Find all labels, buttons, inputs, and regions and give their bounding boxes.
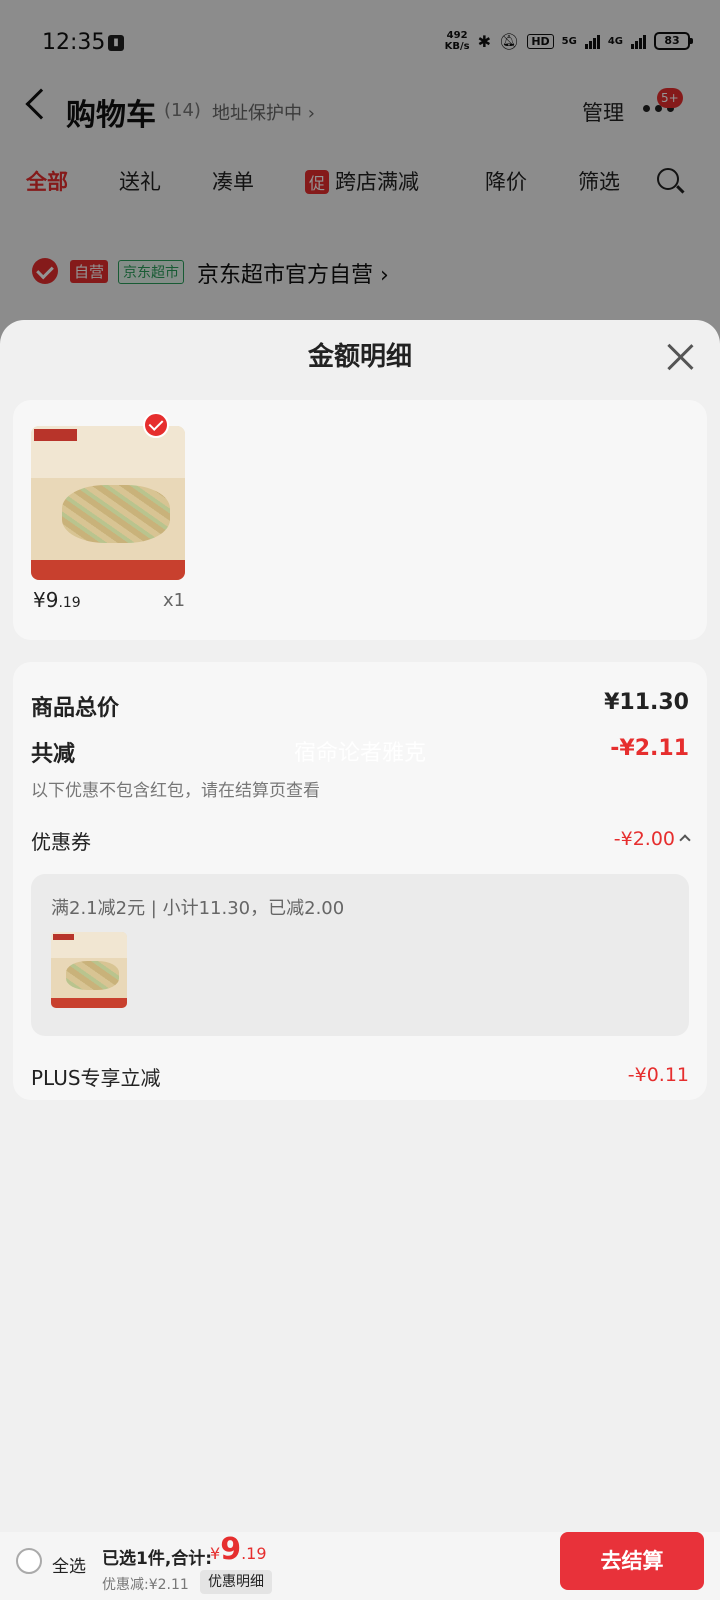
price-detail-card: 商品总价 ¥11.30 共减 -¥2.11 以下优惠不包含红包，请在结算页查看 … bbox=[13, 662, 707, 1100]
total-price-value: ¥11.30 bbox=[604, 690, 689, 715]
plus-discount-value: -¥0.11 bbox=[627, 1064, 689, 1086]
product-image[interactable] bbox=[31, 426, 185, 580]
coupon-product-image bbox=[51, 932, 127, 1008]
close-icon[interactable] bbox=[666, 342, 696, 372]
product-checkbox[interactable] bbox=[143, 412, 169, 438]
total-price-int: 9 bbox=[220, 1532, 242, 1567]
total-label: 已选1件,合计: bbox=[102, 1549, 213, 1569]
dim-overlay[interactable] bbox=[0, 0, 720, 340]
total-price-dec: .19 bbox=[241, 1544, 267, 1563]
goods-card: ¥9.19 x1 bbox=[13, 400, 707, 640]
select-all-label[interactable]: 全选 bbox=[52, 1552, 86, 1577]
total-price-label: 商品总价 bbox=[31, 696, 120, 721]
checkout-button[interactable]: 去结算 bbox=[560, 1532, 704, 1590]
product-price-dec: .19 bbox=[58, 595, 81, 611]
checkout-bar: 全选 已选1件,合计: ¥9.19 优惠减:¥2.11 优惠明细 去结算 bbox=[0, 1532, 720, 1600]
chevron-up-icon bbox=[679, 834, 691, 846]
coupon-value: -¥2.00 bbox=[613, 828, 675, 850]
discount-detail-button[interactable]: 优惠明细 bbox=[200, 1570, 272, 1594]
watermark: 宿命论者雅克 bbox=[293, 741, 426, 766]
coupon-description: 满2.1减2元 | 小计11.30，已减2.00 bbox=[51, 898, 345, 919]
coupon-detail-box: 满2.1减2元 | 小计11.30，已减2.00 bbox=[31, 874, 689, 1036]
total-price-yen: ¥ bbox=[210, 1544, 221, 1563]
product-price: ¥9.19 bbox=[33, 588, 81, 612]
discount-summary: 优惠减:¥2.11 bbox=[102, 1577, 189, 1593]
sheet-title: 金额明细 bbox=[307, 342, 412, 372]
amount-detail-sheet: 金额明细 ¥9.19 x1 商品总价 ¥11.30 共减 -¥2.11 以下优惠… bbox=[0, 320, 720, 1532]
discount-note: 以下优惠不包含红包，请在结算页查看 bbox=[31, 781, 320, 801]
product-quantity: x1 bbox=[163, 590, 186, 611]
plus-discount-label: PLUS专享立减 bbox=[31, 1066, 161, 1090]
coupon-label: 优惠券 bbox=[31, 830, 91, 854]
product-price-int: ¥9 bbox=[33, 588, 59, 612]
coupon-toggle[interactable]: -¥2.00 bbox=[613, 828, 691, 850]
total-price: ¥9.19 bbox=[210, 1532, 267, 1567]
select-all-radio[interactable] bbox=[16, 1548, 42, 1574]
